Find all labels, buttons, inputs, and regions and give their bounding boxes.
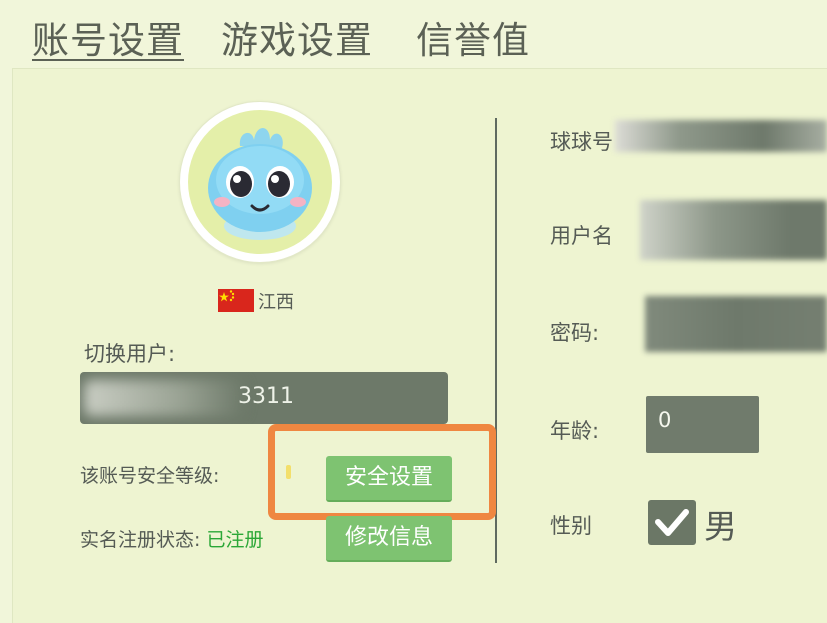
blurred-username: [84, 380, 244, 416]
age-label: 年龄:: [550, 419, 600, 443]
password-field[interactable]: [645, 296, 827, 352]
realname-status-label: 实名注册状态: 已注册: [80, 525, 263, 552]
highlight-box: [268, 424, 496, 520]
realname-label-text: 实名注册状态:: [80, 529, 201, 551]
mascot-icon: [208, 128, 312, 240]
avatar-image: [188, 110, 332, 254]
top-tabs: 账号设置 游戏设置 信誉值: [0, 0, 827, 68]
password-label: 密码:: [550, 321, 600, 345]
gender-value-label: 男: [704, 507, 737, 546]
selected-user-value: 3311: [238, 384, 294, 409]
tab-credit-score[interactable]: 信誉值: [416, 10, 530, 64]
avatar[interactable]: [180, 102, 340, 262]
switch-user-label: 切换用户:: [84, 342, 176, 366]
tab-game-settings[interactable]: 游戏设置: [221, 10, 373, 64]
security-level-label: 该账号安全等级:: [80, 465, 220, 487]
china-flag-icon: [218, 289, 254, 312]
qiuqiu-id-field: [615, 120, 827, 152]
gender-checkbox[interactable]: [648, 500, 696, 545]
gender-label: 性别: [550, 514, 592, 538]
realname-status-value: 已注册: [206, 529, 264, 551]
edit-info-button[interactable]: 修改信息: [326, 516, 452, 562]
checkmark-icon: [655, 509, 689, 536]
username-label: 用户名: [550, 224, 613, 248]
user-select-dropdown[interactable]: 3311: [80, 372, 448, 424]
qiuqiu-id-label: 球球号: [550, 130, 613, 154]
region-label: 江西: [258, 292, 294, 313]
tab-account-settings[interactable]: 账号设置: [32, 10, 184, 64]
age-input[interactable]: 0: [646, 396, 759, 453]
username-field[interactable]: [640, 200, 827, 260]
